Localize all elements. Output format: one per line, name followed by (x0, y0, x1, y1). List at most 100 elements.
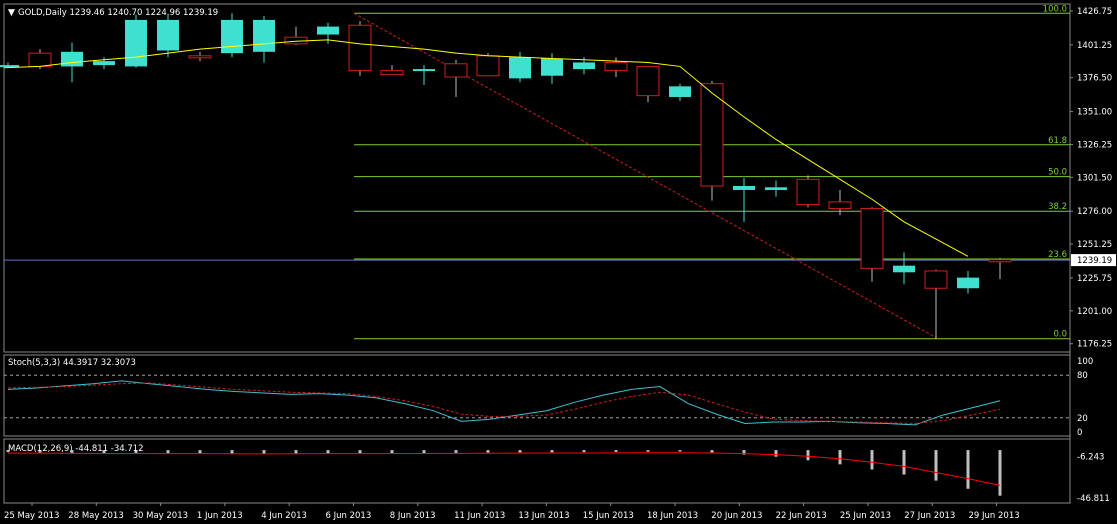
time-tick-label: 25 Jun 2013 (840, 511, 891, 521)
macd-bar (678, 450, 682, 452)
time-tick-label: 18 Jun 2013 (647, 511, 698, 521)
time-tick-label: 1 Jun 2013 (197, 511, 243, 521)
time-tick-label: 29 Jun 2013 (969, 511, 1020, 521)
candle-body-bear (444, 63, 468, 78)
macd-bar (166, 450, 170, 454)
macd-bar (294, 450, 298, 454)
candle-body-bull (221, 19, 243, 54)
candle-body-bear (476, 55, 500, 77)
candle-body-bull (893, 265, 915, 273)
stoch-tick-label: 20 (1077, 414, 1088, 424)
price-tick-label: 1251.25 (1077, 240, 1112, 250)
price-tick-label: 1376.50 (1077, 74, 1112, 84)
fib-level-label: 61.8 (1048, 136, 1067, 146)
time-tick-label: 28 May 2013 (68, 511, 123, 521)
panel-border (3, 438, 1071, 504)
candle-body-bull (957, 277, 979, 289)
candle-body-bear (380, 69, 404, 75)
stoch-tick-label: 100 (1077, 357, 1093, 367)
macd-bar (230, 450, 234, 454)
candle-body-bear (604, 61, 628, 71)
price-tick-label: 1426.75 (1077, 7, 1112, 17)
fib-level-label: 0.0 (1053, 330, 1067, 340)
macd-signal-line (8, 452, 1001, 486)
candle-body-bear (636, 65, 660, 97)
candle-body-bear (796, 178, 820, 206)
price-tick-label: 1301.50 (1077, 173, 1112, 183)
macd-bar (774, 450, 778, 457)
candle-body-bear (828, 201, 852, 210)
macd-bar (422, 450, 426, 454)
trading-chart[interactable]: 100.0 61.8 50.0 38.2 23.6 0.0 Stoch(5,3,3) 44… (0, 0, 1117, 524)
fib-level-label: 23.6 (1048, 250, 1067, 260)
fibonacci-levels: 100.0 61.8 50.0 38.2 23.6 0.0 (4, 4, 1070, 340)
macd-bar (550, 450, 554, 453)
chart-frame (3, 3, 1071, 504)
candle-body-bear (28, 52, 52, 67)
macd-panel: MACD(12,26,9) -44.811 -34.712 (6, 444, 1002, 496)
price-tick-label: 1326.25 (1077, 140, 1112, 150)
candle-body-bull (317, 26, 339, 35)
macd-bar (198, 450, 202, 454)
fib-level-label: 100.0 (1043, 4, 1067, 14)
candle-body-bull (573, 62, 595, 70)
stoch-title: Stoch(5,3,3) 44.3917 32.3073 (8, 358, 136, 368)
time-tick-label: 11 Jun 2013 (454, 511, 505, 521)
candle-body-bull (253, 19, 275, 52)
candle-body-bear (860, 208, 884, 269)
stoch-tick-label: 80 (1077, 371, 1088, 381)
candle-body-bull (157, 19, 179, 51)
macd-bar (934, 450, 938, 481)
time-tick-label: 25 May 2013 (4, 511, 59, 521)
macd-bar (838, 450, 842, 465)
price-tick-label: 1276.00 (1077, 207, 1112, 217)
panel-border (3, 3, 1071, 353)
macd-bar (390, 450, 394, 454)
macd-bar (614, 450, 618, 452)
fib-level-label: 50.0 (1048, 168, 1067, 178)
candle-body-bull (0, 65, 19, 68)
macd-tick-label: -46.811 (1077, 494, 1110, 504)
time-tick-label: 20 Jun 2013 (711, 511, 762, 521)
macd-bar (582, 450, 586, 453)
price-tick-label: 1351.00 (1077, 108, 1112, 118)
macd-bar (966, 450, 970, 489)
time-tick-label: 4 Jun 2013 (261, 511, 307, 521)
macd-bar (902, 450, 906, 475)
candle-body-bull (509, 57, 531, 79)
candles (0, 13, 1012, 339)
price-tick-label: 1201.00 (1077, 307, 1112, 317)
current-price-label: 1239.19 (1077, 256, 1112, 266)
macd-bar (454, 450, 458, 453)
fib-level-label: 38.2 (1048, 202, 1067, 212)
axis: 1426.75 1401.25 1376.50 1351.00 1326.25 1301.… (4, 7, 1116, 521)
time-tick-label: 8 Jun 2013 (390, 511, 436, 521)
macd-bar (358, 450, 362, 454)
candle-body-bear (924, 270, 948, 289)
dropdown-arrow-icon[interactable]: ▼ (8, 8, 15, 18)
macd-bar (806, 450, 810, 461)
candle-body-bull (413, 69, 435, 72)
time-tick-label: 15 Jun 2013 (583, 511, 634, 521)
price-tick-label: 1225.75 (1077, 274, 1112, 284)
time-tick-label: 13 Jun 2013 (518, 511, 569, 521)
price-tick-label: 1401.25 (1077, 41, 1112, 51)
candle-body-bull (669, 86, 691, 97)
candle-body-bear (988, 259, 1012, 263)
stoch-tick-label: 0 (1077, 428, 1082, 438)
macd-bar (998, 450, 1002, 496)
candle-body-bull (93, 61, 115, 66)
macd-bar (646, 450, 650, 452)
price-tick-label: 1176.25 (1077, 340, 1112, 350)
time-tick-label: 30 May 2013 (133, 511, 188, 521)
macd-bar (326, 450, 330, 454)
macd-bar (518, 450, 522, 453)
candle-body-bull (541, 58, 563, 76)
macd-bar (870, 450, 874, 470)
symbol-header: GOLD,Daily 1239.46 1240.70 1224.96 1239.… (18, 8, 218, 18)
macd-bar (486, 450, 490, 453)
candle-body-bear (188, 55, 212, 59)
candle-body-bear (348, 24, 372, 71)
macd-tick-label: -6.243 (1077, 452, 1104, 462)
time-tick-label: 6 Jun 2013 (326, 511, 372, 521)
